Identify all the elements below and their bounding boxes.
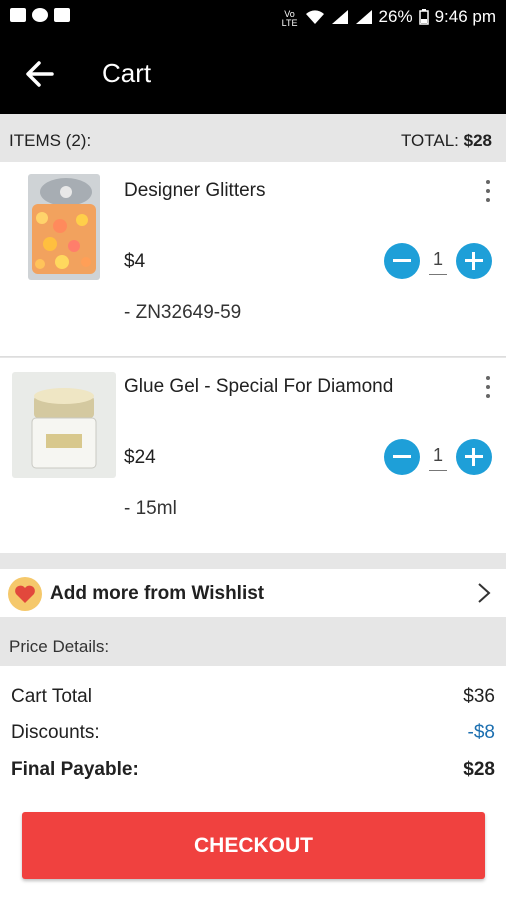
discounts-value: -$8 xyxy=(467,722,495,743)
signal-icon-2 xyxy=(355,10,372,24)
clock: 9:46 pm xyxy=(434,7,496,26)
quantity-value[interactable]: 1 xyxy=(429,445,447,471)
total-value: $28 xyxy=(463,131,492,150)
quantity-stepper: 1 xyxy=(384,439,492,475)
checkout-button[interactable]: CHECKOUT xyxy=(22,812,485,879)
quantity-stepper: 1 xyxy=(384,243,492,279)
product-image-designer-glitters[interactable] xyxy=(28,174,100,280)
discounts-label: Discounts: xyxy=(11,722,100,743)
cart-item: Designer Glitters $4 - ZN32649-59 1 xyxy=(0,162,506,357)
product-name[interactable]: Designer Glitters xyxy=(124,180,266,202)
price-details: Cart Total $36 Discounts: -$8 Final Paya… xyxy=(0,666,506,788)
app-notification-icon xyxy=(32,8,48,22)
total-label: TOTAL: xyxy=(400,131,459,150)
battery-percent: 26% xyxy=(378,7,413,26)
product-variant: - ZN32649-59 xyxy=(124,302,242,323)
items-count: ITEMS (2): xyxy=(9,131,92,150)
quantity-value[interactable]: 1 xyxy=(429,249,447,275)
checkout-footer: CHECKOUT xyxy=(0,788,506,900)
price-details-heading: Price Details: xyxy=(9,637,110,656)
product-variant: - 15ml xyxy=(124,498,177,519)
battery-icon xyxy=(418,9,429,25)
back-arrow-icon[interactable] xyxy=(22,56,58,92)
cart-item: Glue Gel - Special For Diamond $24 - 15m… xyxy=(0,358,506,553)
product-price: $4 xyxy=(124,251,146,272)
final-payable-value: $28 xyxy=(463,759,495,780)
final-payable-label: Final Payable: xyxy=(11,759,139,780)
product-image-glue-gel[interactable] xyxy=(12,372,116,478)
wifi-icon xyxy=(305,10,324,24)
price-details-header: Price Details: xyxy=(0,617,506,666)
final-payable-row: Final Payable: $28 xyxy=(11,759,495,783)
system-indicators: Vo LTE 26% 9:46 pm xyxy=(281,7,496,28)
app-bar: Cart xyxy=(0,34,506,114)
item-options-icon[interactable] xyxy=(482,180,494,202)
page-title: Cart xyxy=(102,58,152,88)
product-price: $24 xyxy=(124,447,156,468)
notification-icons xyxy=(10,8,70,22)
cart-total-label: Cart Total xyxy=(11,686,92,707)
decrease-quantity-button[interactable] xyxy=(384,243,420,279)
cart-summary-bar: ITEMS (2): TOTAL: $28 xyxy=(0,114,506,162)
wishlist-heart-icon xyxy=(8,577,42,611)
decrease-quantity-button[interactable] xyxy=(384,439,420,475)
increase-quantity-button[interactable] xyxy=(456,243,492,279)
cart-total-row: Cart Total $36 xyxy=(11,686,495,710)
item-options-icon[interactable] xyxy=(482,376,494,398)
cart-total: TOTAL: $28 xyxy=(401,131,492,151)
product-name[interactable]: Glue Gel - Special For Diamond xyxy=(124,376,393,398)
wishlist-label: Add more from Wishlist xyxy=(50,583,265,604)
increase-quantity-button[interactable] xyxy=(456,439,492,475)
volte-icon: Vo LTE xyxy=(281,9,298,28)
gallery-icon xyxy=(10,8,26,22)
folder-icon xyxy=(54,8,70,22)
discounts-row: Discounts: -$8 xyxy=(11,722,495,746)
signal-icon xyxy=(331,10,348,24)
cart-total-value: $36 xyxy=(463,686,495,707)
status-bar: Vo LTE 26% 9:46 pm xyxy=(0,0,506,34)
chevron-right-icon xyxy=(478,583,491,603)
add-from-wishlist-row[interactable]: Add more from Wishlist xyxy=(0,569,506,617)
